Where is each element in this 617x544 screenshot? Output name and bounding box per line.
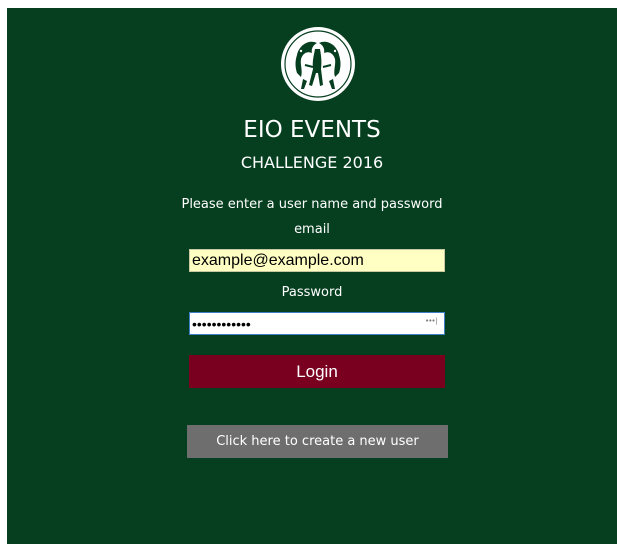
login-panel: EIO EVENTS CHALLENGE 2016 Please enter a… bbox=[7, 8, 617, 544]
page-subtitle: CHALLENGE 2016 bbox=[240, 153, 384, 172]
create-user-button[interactable]: Click here to create a new user bbox=[187, 425, 448, 458]
email-field[interactable] bbox=[189, 249, 445, 272]
email-label: email bbox=[294, 222, 330, 237]
password-label: Password bbox=[281, 285, 343, 300]
password-reveal-icon[interactable]: •••| bbox=[425, 317, 439, 325]
login-button[interactable]: Login bbox=[189, 355, 445, 388]
page-title: EIO EVENTS bbox=[243, 117, 381, 143]
password-field[interactable] bbox=[189, 312, 445, 335]
login-instruction: Please enter a user name and password bbox=[181, 197, 443, 212]
greek-horses-emblem-icon bbox=[279, 25, 357, 103]
